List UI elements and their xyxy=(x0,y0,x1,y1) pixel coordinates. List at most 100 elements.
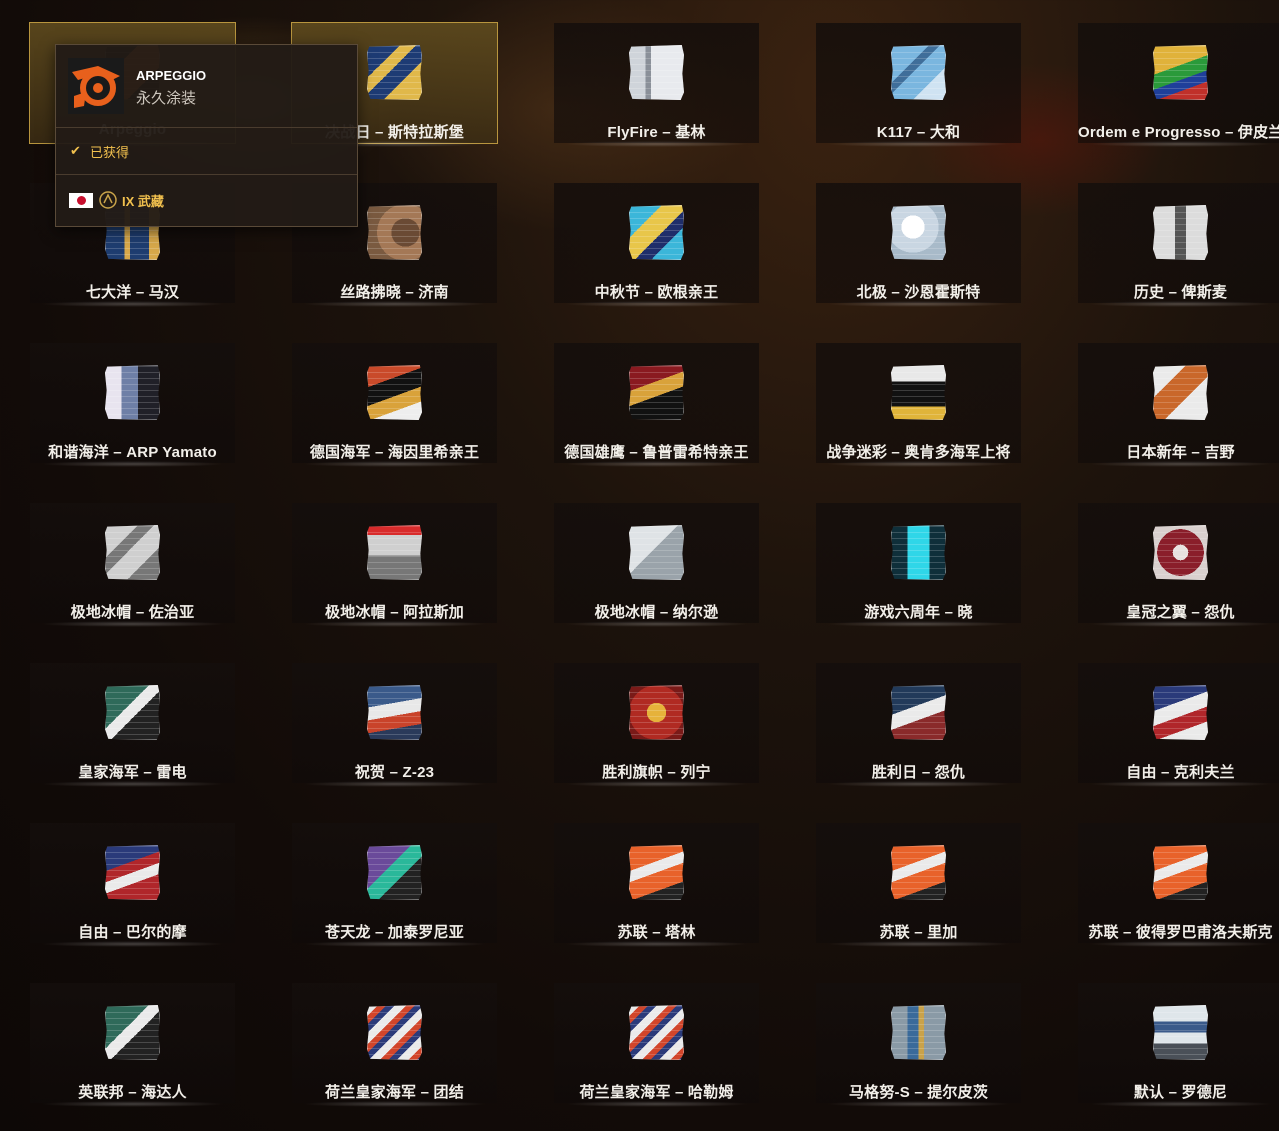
camouflage-label: 北极 – 沙恩霍斯特 xyxy=(856,284,981,301)
camouflage-item[interactable]: 荷兰皇家海军 – 哈勒姆 xyxy=(554,983,759,1107)
camouflage-item[interactable]: 苏联 – 里加 xyxy=(816,823,1021,947)
camouflage-item[interactable]: K117 – 大和 xyxy=(816,23,1021,147)
camouflage-swatch-icon xyxy=(367,1005,422,1060)
camouflage-label: 中秋节 – 欧根亲王 xyxy=(594,284,719,301)
camouflage-swatch-icon xyxy=(105,525,160,580)
camouflage-item[interactable]: 自由 – 巴尔的摩 xyxy=(30,823,235,947)
camouflage-label: 苏联 – 塔林 xyxy=(617,924,696,941)
camouflage-item[interactable]: 英联邦 – 海达人 xyxy=(30,983,235,1107)
camouflage-item[interactable]: 苏联 – 塔林 xyxy=(554,823,759,947)
tooltip-status-row: ✔ 已获得 xyxy=(56,128,357,175)
camouflage-item[interactable]: 北极 – 沙恩霍斯特 xyxy=(816,183,1021,307)
camouflage-swatch-icon xyxy=(1153,365,1208,420)
camouflage-label: 战争迷彩 – 奥肯多海军上将 xyxy=(826,444,1011,461)
tooltip-camo-type: 永久涂装 xyxy=(136,90,197,107)
camouflage-label: 胜利日 – 怨仇 xyxy=(871,764,966,781)
camouflage-label: 极地冰帽 – 阿拉斯加 xyxy=(325,604,464,621)
camouflage-item[interactable]: 皇家海军 – 雷电 xyxy=(30,663,235,787)
camouflage-tooltip: ARPEGGIO 永久涂装 ✔ 已获得 IX 武藏 xyxy=(55,44,358,227)
camouflage-swatch-icon xyxy=(1153,525,1208,580)
camouflage-item[interactable]: 历史 – 俾斯麦 xyxy=(1078,183,1279,307)
camouflage-swatch-icon xyxy=(629,1005,684,1060)
camouflage-swatch-icon xyxy=(891,845,946,900)
camouflage-swatch-icon xyxy=(891,205,946,260)
camouflage-label: FlyFire – 基林 xyxy=(607,124,706,141)
camouflage-item[interactable]: 马格努-S – 提尔皮茨 xyxy=(816,983,1021,1107)
camouflage-label: 苏联 – 里加 xyxy=(879,924,958,941)
camouflage-label: 荷兰皇家海军 – 哈勒姆 xyxy=(579,1084,734,1101)
camouflage-swatch-icon xyxy=(367,845,422,900)
camouflage-label: 祝贺 – Z-23 xyxy=(354,764,435,781)
camouflage-label: 自由 – 巴尔的摩 xyxy=(78,924,187,941)
camouflage-swatch-icon xyxy=(891,685,946,740)
camouflage-item[interactable]: 自由 – 克利夫兰 xyxy=(1078,663,1279,787)
camouflage-swatch-icon xyxy=(367,205,422,260)
camouflage-swatch-icon xyxy=(891,525,946,580)
tooltip-ship: IX 武藏 xyxy=(122,194,164,209)
camouflage-label: 荷兰皇家海军 – 团结 xyxy=(325,1084,464,1101)
camouflage-swatch-icon xyxy=(891,1005,946,1060)
camouflage-label: 丝路拂晓 – 济南 xyxy=(340,284,449,301)
camouflage-item[interactable]: 皇冠之翼 – 怨仇 xyxy=(1078,503,1279,627)
camouflage-swatch-icon xyxy=(367,685,422,740)
camouflage-label: 极地冰帽 – 佐治亚 xyxy=(70,604,195,621)
camouflage-label: 和谐海洋 – ARP Yamato xyxy=(48,444,217,461)
camouflage-swatch-icon xyxy=(629,365,684,420)
camouflage-swatch-icon xyxy=(105,845,160,900)
camouflage-swatch-icon xyxy=(629,845,684,900)
camouflage-label: Ordem e Progresso – 伊皮兰加 xyxy=(1078,124,1279,141)
check-icon: ✔ xyxy=(70,143,81,158)
camouflage-swatch-icon xyxy=(105,1005,160,1060)
camouflage-label: 德国海军 – 海因里希亲王 xyxy=(309,444,480,461)
camouflage-item[interactable]: 极地冰帽 – 阿拉斯加 xyxy=(292,503,497,627)
camouflage-label: 默认 – 罗德尼 xyxy=(1133,1084,1228,1101)
camouflage-item[interactable]: 荷兰皇家海军 – 团结 xyxy=(292,983,497,1107)
camouflage-item[interactable]: 极地冰帽 – 纳尔逊 xyxy=(554,503,759,627)
camouflage-item[interactable]: FlyFire – 基林 xyxy=(554,23,759,147)
camouflage-label: 苍天龙 – 加泰罗尼亚 xyxy=(325,924,464,941)
camouflage-item[interactable]: 德国海军 – 海因里希亲王 xyxy=(292,343,497,467)
camouflage-label: 胜利旗帜 – 列宁 xyxy=(602,764,711,781)
camouflage-swatch-icon xyxy=(891,365,946,420)
camouflage-swatch-icon xyxy=(629,45,684,100)
camouflage-swatch-icon xyxy=(105,365,160,420)
camouflage-label: 极地冰帽 – 纳尔逊 xyxy=(594,604,719,621)
camouflage-swatch-icon xyxy=(105,685,160,740)
camouflage-item[interactable]: 苏联 – 彼得罗巴甫洛夫斯克 xyxy=(1078,823,1279,947)
camouflage-swatch-icon xyxy=(1153,685,1208,740)
tooltip-status: 已获得 xyxy=(90,145,130,160)
camouflage-label: 游戏六周年 – 晓 xyxy=(864,604,973,621)
camouflage-item[interactable]: 胜利旗帜 – 列宁 xyxy=(554,663,759,787)
camouflage-item[interactable]: 胜利日 – 怨仇 xyxy=(816,663,1021,787)
camouflage-swatch-icon xyxy=(1153,1005,1208,1060)
camouflage-swatch-icon xyxy=(1153,45,1208,100)
camouflage-item[interactable]: 日本新年 – 吉野 xyxy=(1078,343,1279,467)
camouflage-swatch-icon xyxy=(367,365,422,420)
camouflage-swatch-icon xyxy=(629,685,684,740)
camouflage-item[interactable]: 默认 – 罗德尼 xyxy=(1078,983,1279,1107)
japan-flag-icon xyxy=(69,193,93,208)
camouflage-swatch-icon xyxy=(629,205,684,260)
tooltip-header: ARPEGGIO 永久涂装 xyxy=(56,45,357,128)
camouflage-item[interactable]: 游戏六周年 – 晓 xyxy=(816,503,1021,627)
camouflage-label: K117 – 大和 xyxy=(876,124,961,141)
camouflage-item[interactable]: 苍天龙 – 加泰罗尼亚 xyxy=(292,823,497,947)
camouflage-label: 英联邦 – 海达人 xyxy=(78,1084,187,1101)
camouflage-item[interactable]: 和谐海洋 – ARP Yamato xyxy=(30,343,235,467)
camouflage-item[interactable]: 战争迷彩 – 奥肯多海军上将 xyxy=(816,343,1021,467)
camouflage-item[interactable]: 德国雄鹰 – 鲁普雷希特亲王 xyxy=(554,343,759,467)
camouflage-item[interactable]: Ordem e Progresso – 伊皮兰加 xyxy=(1078,23,1279,147)
tooltip-ship-row: IX 武藏 xyxy=(56,175,357,225)
camouflage-item[interactable]: 祝贺 – Z-23 xyxy=(292,663,497,787)
camouflage-label: 皇家海军 – 雷电 xyxy=(78,764,187,781)
camouflage-label: 自由 – 克利夫兰 xyxy=(1126,764,1235,781)
camouflage-label: 马格努-S – 提尔皮茨 xyxy=(848,1084,989,1101)
camouflage-label: 苏联 – 彼得罗巴甫洛夫斯克 xyxy=(1088,924,1273,941)
camouflage-swatch-icon xyxy=(629,525,684,580)
camouflage-swatch-icon xyxy=(1153,205,1208,260)
camouflage-item[interactable]: 极地冰帽 – 佐治亚 xyxy=(30,503,235,627)
camouflage-swatch-icon xyxy=(891,45,946,100)
camouflage-item[interactable]: 中秋节 – 欧根亲王 xyxy=(554,183,759,307)
camouflage-swatch-icon xyxy=(367,525,422,580)
camouflage-swatch-icon xyxy=(1153,845,1208,900)
